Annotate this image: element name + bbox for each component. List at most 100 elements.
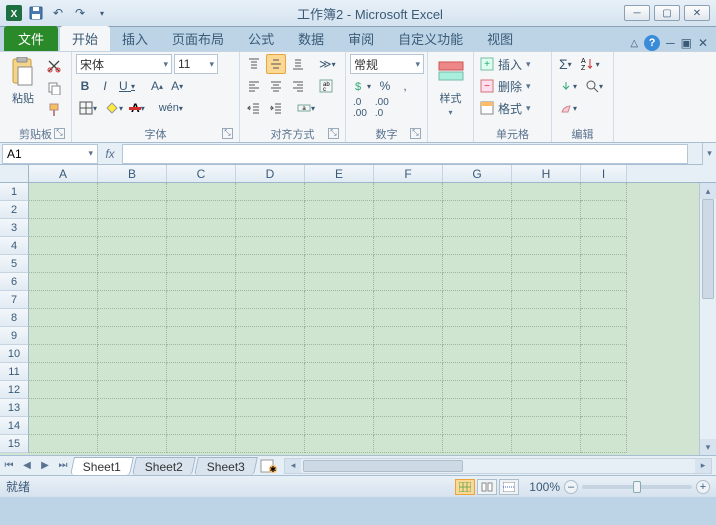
cell[interactable] bbox=[443, 273, 512, 291]
cell[interactable] bbox=[29, 309, 98, 327]
cell[interactable] bbox=[236, 363, 305, 381]
undo-icon[interactable]: ↶ bbox=[48, 3, 68, 23]
cell[interactable] bbox=[374, 399, 443, 417]
shrink-font-icon[interactable]: A▾ bbox=[168, 76, 186, 96]
row-header[interactable]: 11 bbox=[0, 363, 29, 381]
cell[interactable] bbox=[29, 399, 98, 417]
cell[interactable] bbox=[236, 201, 305, 219]
horizontal-scrollbar[interactable]: ◂ ▸ bbox=[284, 458, 712, 474]
cell[interactable] bbox=[443, 327, 512, 345]
find-select-icon[interactable]: ▾ bbox=[582, 76, 606, 96]
cell[interactable] bbox=[581, 309, 627, 327]
view-pagebreak-icon[interactable] bbox=[499, 479, 519, 495]
cell[interactable] bbox=[374, 201, 443, 219]
cell[interactable] bbox=[167, 399, 236, 417]
row-header[interactable]: 8 bbox=[0, 309, 29, 327]
cell[interactable] bbox=[305, 201, 374, 219]
cell[interactable] bbox=[29, 255, 98, 273]
zoom-out-icon[interactable]: – bbox=[564, 480, 578, 494]
row-header[interactable]: 2 bbox=[0, 201, 29, 219]
cell[interactable] bbox=[236, 309, 305, 327]
cell[interactable] bbox=[98, 183, 167, 201]
column-header[interactable]: E bbox=[305, 165, 374, 182]
cell[interactable] bbox=[98, 291, 167, 309]
cell[interactable] bbox=[581, 327, 627, 345]
accounting-format-icon[interactable]: $▾ bbox=[350, 76, 374, 96]
paste-button[interactable]: 粘贴 bbox=[4, 54, 42, 106]
cell[interactable] bbox=[305, 273, 374, 291]
sheet-nav-last-icon[interactable]: ⏭ bbox=[54, 457, 72, 475]
align-bottom-icon[interactable] bbox=[288, 54, 308, 74]
cell[interactable] bbox=[167, 435, 236, 453]
cell[interactable] bbox=[512, 291, 581, 309]
font-name-combo[interactable]: 宋体▾ bbox=[76, 54, 172, 74]
cell[interactable] bbox=[305, 309, 374, 327]
cell[interactable] bbox=[443, 201, 512, 219]
qat-customize-icon[interactable]: ▾ bbox=[92, 3, 112, 23]
formula-bar-expand-icon[interactable]: ▾ bbox=[702, 143, 716, 165]
cell[interactable] bbox=[98, 219, 167, 237]
cell[interactable] bbox=[167, 237, 236, 255]
cell[interactable] bbox=[305, 183, 374, 201]
cell[interactable] bbox=[167, 291, 236, 309]
cell[interactable] bbox=[374, 345, 443, 363]
window-min-icon[interactable]: ─ bbox=[666, 36, 675, 50]
cell[interactable] bbox=[581, 417, 627, 435]
cell[interactable] bbox=[581, 399, 627, 417]
cell[interactable] bbox=[167, 345, 236, 363]
cell[interactable] bbox=[29, 237, 98, 255]
cell[interactable] bbox=[98, 255, 167, 273]
cell[interactable] bbox=[443, 237, 512, 255]
cell[interactable] bbox=[512, 435, 581, 453]
fill-icon[interactable]: ▾ bbox=[556, 76, 580, 96]
cell[interactable] bbox=[374, 237, 443, 255]
cell[interactable] bbox=[236, 345, 305, 363]
column-header[interactable]: A bbox=[29, 165, 98, 182]
cell[interactable] bbox=[512, 237, 581, 255]
cell[interactable] bbox=[581, 345, 627, 363]
row-header[interactable]: 4 bbox=[0, 237, 29, 255]
column-header[interactable]: D bbox=[236, 165, 305, 182]
tab-view[interactable]: 视图 bbox=[475, 26, 525, 51]
vertical-scrollbar[interactable]: ▴ ▾ bbox=[699, 183, 716, 455]
borders-icon[interactable]: ▾ bbox=[76, 98, 100, 118]
cell[interactable] bbox=[581, 291, 627, 309]
window-restore-icon[interactable]: ▣ bbox=[681, 36, 692, 50]
cell[interactable] bbox=[236, 291, 305, 309]
font-size-combo[interactable]: 11▾ bbox=[174, 54, 218, 74]
cell[interactable] bbox=[167, 363, 236, 381]
cell[interactable] bbox=[167, 255, 236, 273]
cell[interactable] bbox=[443, 219, 512, 237]
row-header[interactable]: 7 bbox=[0, 291, 29, 309]
cell[interactable] bbox=[98, 309, 167, 327]
styles-button[interactable]: 样式 ▾ bbox=[432, 54, 469, 117]
cell[interactable] bbox=[305, 345, 374, 363]
cell[interactable] bbox=[29, 201, 98, 219]
cell[interactable] bbox=[512, 201, 581, 219]
cell[interactable] bbox=[167, 327, 236, 345]
row-header[interactable]: 9 bbox=[0, 327, 29, 345]
cell[interactable] bbox=[512, 273, 581, 291]
autosum-icon[interactable]: Σ▾ bbox=[556, 54, 575, 74]
cell[interactable] bbox=[374, 417, 443, 435]
clear-icon[interactable]: ▾ bbox=[556, 98, 580, 118]
scroll-down-icon[interactable]: ▾ bbox=[700, 439, 716, 455]
zoom-level[interactable]: 100% bbox=[529, 480, 560, 494]
cell[interactable] bbox=[167, 219, 236, 237]
cell[interactable] bbox=[167, 201, 236, 219]
increase-indent-icon[interactable] bbox=[266, 98, 286, 118]
sheet-tab-2[interactable]: Sheet2 bbox=[132, 457, 196, 475]
cell[interactable] bbox=[443, 309, 512, 327]
align-middle-icon[interactable] bbox=[266, 54, 286, 74]
sheet-nav-prev-icon[interactable]: ◀ bbox=[18, 457, 36, 475]
cell[interactable] bbox=[512, 399, 581, 417]
help-icon[interactable]: ? bbox=[644, 35, 660, 51]
close-button[interactable]: ✕ bbox=[684, 5, 710, 21]
cell[interactable] bbox=[98, 435, 167, 453]
cell[interactable] bbox=[236, 381, 305, 399]
cell[interactable] bbox=[443, 435, 512, 453]
scroll-right-icon[interactable]: ▸ bbox=[695, 459, 711, 473]
cell[interactable] bbox=[512, 255, 581, 273]
cell[interactable] bbox=[29, 363, 98, 381]
cell[interactable] bbox=[443, 291, 512, 309]
